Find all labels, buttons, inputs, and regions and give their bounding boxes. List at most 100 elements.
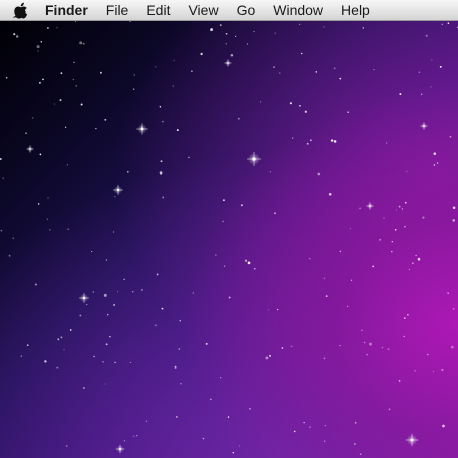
star bbox=[175, 415, 178, 418]
bright-star bbox=[26, 145, 34, 153]
star bbox=[133, 88, 135, 90]
star bbox=[79, 314, 82, 317]
star bbox=[395, 209, 397, 211]
star bbox=[433, 164, 436, 166]
star bbox=[210, 28, 214, 32]
star bbox=[113, 304, 116, 306]
star bbox=[191, 70, 193, 73]
star bbox=[281, 347, 284, 349]
star bbox=[303, 421, 305, 424]
star bbox=[205, 342, 208, 345]
star bbox=[415, 254, 417, 257]
star bbox=[383, 217, 385, 219]
star bbox=[300, 52, 303, 55]
star bbox=[359, 453, 362, 455]
star bbox=[323, 277, 325, 279]
star bbox=[72, 78, 75, 81]
star bbox=[404, 201, 407, 204]
star bbox=[430, 86, 432, 88]
star bbox=[161, 307, 164, 310]
star bbox=[232, 451, 235, 454]
bright-star bbox=[405, 433, 419, 447]
menu-file[interactable]: File bbox=[97, 0, 138, 21]
star bbox=[37, 203, 40, 205]
star bbox=[102, 361, 104, 363]
star bbox=[274, 32, 276, 34]
star bbox=[66, 164, 69, 166]
star bbox=[69, 329, 72, 331]
star bbox=[289, 102, 292, 105]
menu-go[interactable]: Go bbox=[228, 0, 265, 21]
star bbox=[113, 231, 115, 233]
star bbox=[49, 229, 51, 231]
star bbox=[333, 67, 336, 70]
star bbox=[244, 259, 248, 262]
menu-view[interactable]: View bbox=[179, 0, 227, 21]
star bbox=[387, 348, 390, 351]
apple-menu[interactable] bbox=[0, 0, 40, 21]
star bbox=[31, 117, 34, 119]
menu-help[interactable]: Help bbox=[332, 0, 379, 21]
star bbox=[228, 296, 231, 299]
star bbox=[129, 21, 131, 22]
star bbox=[325, 295, 328, 297]
star bbox=[391, 251, 393, 253]
star bbox=[74, 21, 76, 22]
star bbox=[86, 303, 88, 306]
star bbox=[420, 93, 423, 96]
bright-star bbox=[113, 185, 123, 195]
star bbox=[315, 71, 318, 73]
star bbox=[290, 345, 293, 348]
star bbox=[154, 324, 157, 327]
menu-edit[interactable]: Edit bbox=[137, 0, 179, 21]
star bbox=[159, 171, 163, 174]
star bbox=[34, 283, 37, 286]
star bbox=[25, 132, 27, 134]
star bbox=[249, 408, 251, 410]
star bbox=[225, 32, 228, 35]
star bbox=[449, 135, 452, 138]
menu-window[interactable]: Window bbox=[264, 0, 332, 21]
menu-app-finder[interactable]: Finder bbox=[40, 0, 97, 21]
star bbox=[73, 61, 75, 64]
star bbox=[447, 292, 449, 294]
star bbox=[235, 35, 237, 37]
star bbox=[79, 41, 83, 45]
star bbox=[391, 240, 394, 243]
star bbox=[406, 170, 408, 173]
star bbox=[57, 338, 60, 341]
bright-stars bbox=[26, 59, 428, 454]
star bbox=[324, 440, 326, 442]
star bbox=[60, 72, 63, 75]
star bbox=[452, 219, 455, 222]
star bbox=[433, 152, 437, 155]
desktop-wallpaper[interactable] bbox=[0, 21, 458, 458]
bright-star bbox=[247, 152, 261, 166]
star bbox=[404, 225, 406, 228]
star bbox=[447, 22, 450, 25]
apple-logo-icon bbox=[12, 2, 27, 19]
star bbox=[104, 118, 107, 121]
star bbox=[136, 435, 138, 437]
star bbox=[93, 355, 95, 358]
star bbox=[223, 265, 226, 267]
star bbox=[13, 33, 16, 36]
star bbox=[254, 268, 256, 270]
star bbox=[105, 259, 108, 261]
star bbox=[141, 289, 143, 291]
small-stars bbox=[0, 21, 458, 455]
star bbox=[202, 437, 205, 440]
star bbox=[178, 348, 181, 350]
star bbox=[227, 416, 230, 418]
star bbox=[273, 66, 275, 69]
star bbox=[268, 309, 270, 311]
star bbox=[180, 383, 182, 385]
star bbox=[339, 250, 342, 253]
star bbox=[432, 371, 434, 373]
star bbox=[269, 354, 271, 357]
star bbox=[411, 262, 414, 265]
star bbox=[36, 45, 40, 49]
star bbox=[323, 357, 326, 360]
star bbox=[133, 435, 135, 437]
star bbox=[64, 126, 67, 128]
